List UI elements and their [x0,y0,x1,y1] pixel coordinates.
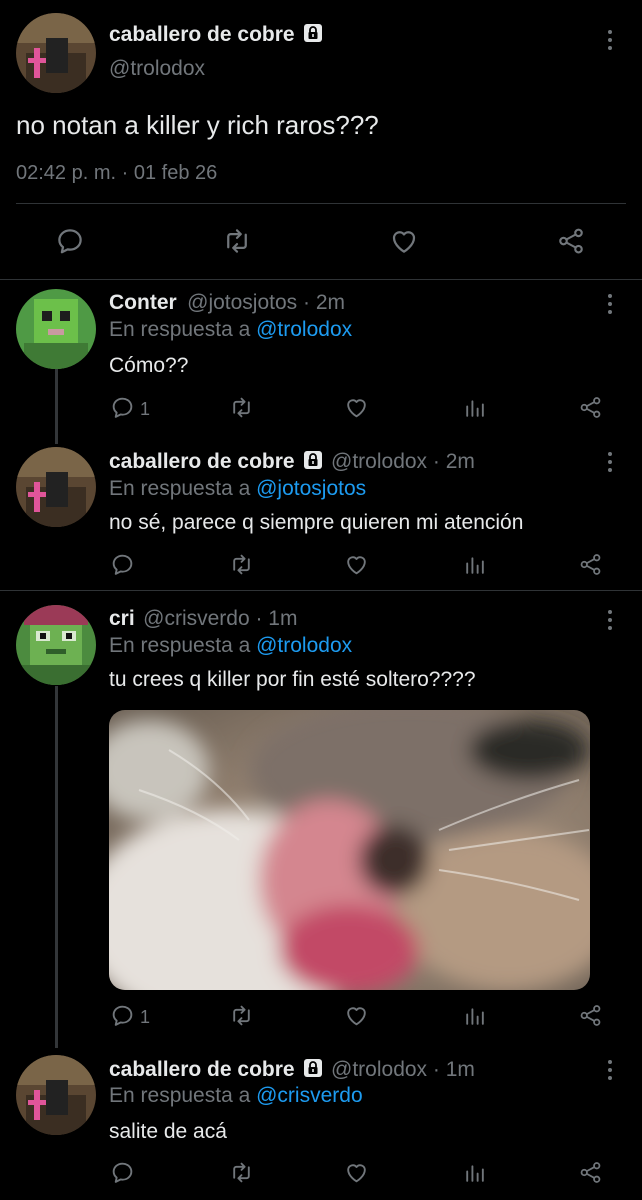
reply-count: 1 [140,399,151,419]
reply-icon[interactable] [110,552,135,577]
author-handle-time[interactable]: @crisverdo · 1m [143,607,297,630]
author-name[interactable]: cri [109,607,135,630]
reply-prefix: En respuesta a [109,1084,251,1107]
tweet-media-image[interactable] [109,710,590,990]
reply-icon[interactable] [110,1160,135,1185]
tweet-text: no sé, parece q siempre quieren mi atenc… [109,511,524,534]
thread-line [55,368,58,444]
views-icon[interactable] [462,1003,487,1028]
tweet-text: no notan a killer y rich raros??? [16,110,379,140]
avatar[interactable] [16,289,96,369]
author-handle-time[interactable]: @trolodox · 2m [331,450,475,473]
retweet-icon[interactable] [229,1160,254,1185]
heart-icon[interactable] [344,395,369,420]
views-icon[interactable] [462,1160,487,1185]
reply-icon[interactable] [55,226,85,256]
reply-to-handle[interactable]: @jotosjotos [256,477,366,500]
more-icon[interactable] [605,452,615,476]
retweet-icon[interactable] [222,226,252,256]
share-icon[interactable] [556,226,586,256]
cat-photo [109,710,590,990]
author-name[interactable]: caballero de cobre [109,1058,295,1081]
more-icon[interactable] [605,610,615,634]
tweet-text: salite de acá [109,1120,227,1143]
heart-icon[interactable] [344,1003,369,1028]
lock-icon [303,450,323,470]
heart-icon[interactable] [389,226,419,256]
avatar[interactable] [16,447,96,527]
heart-icon[interactable] [344,552,369,577]
views-icon[interactable] [462,395,487,420]
author-handle-time[interactable]: @trolodox · 1m [331,1058,475,1081]
share-icon[interactable] [578,395,603,420]
views-icon[interactable] [462,552,487,577]
author-name[interactable]: caballero de cobre [109,23,295,46]
avatar[interactable] [16,1055,96,1135]
reply-prefix: En respuesta a [109,477,251,500]
thread-line [55,686,58,1048]
avatar[interactable] [16,605,96,685]
share-icon[interactable] [578,552,603,577]
retweet-icon[interactable] [229,395,254,420]
heart-icon[interactable] [344,1160,369,1185]
retweet-icon[interactable] [229,1003,254,1028]
tweet-text: tu crees q killer por fin esté soltero??… [109,668,476,691]
divider [16,203,626,204]
reply-prefix: En respuesta a [109,318,251,341]
author-name[interactable]: caballero de cobre [109,450,295,473]
reply-prefix: En respuesta a [109,634,251,657]
more-icon[interactable] [605,30,615,54]
retweet-icon[interactable] [229,552,254,577]
lock-icon [303,1058,323,1078]
divider [0,590,642,591]
author-handle[interactable]: @trolodox [109,57,205,81]
avatar[interactable] [16,13,96,93]
tweet-timestamp: 02:42 p. m. · 01 feb 26 [16,162,218,184]
reply-count: 1 [140,1007,151,1027]
reply-to-handle[interactable]: @trolodox [256,634,352,657]
share-icon[interactable] [578,1160,603,1185]
author-name[interactable]: Conter [109,291,177,314]
more-icon[interactable] [605,1060,615,1084]
divider [0,279,642,280]
more-icon[interactable] [605,294,615,318]
reply-to-handle[interactable]: @crisverdo [256,1084,363,1107]
share-icon[interactable] [578,1003,603,1028]
reply-to-handle[interactable]: @trolodox [256,318,352,341]
reply-icon[interactable] [110,395,135,420]
reply-icon[interactable] [110,1003,135,1028]
tweet-text: Cómo?? [109,354,189,377]
lock-icon [303,23,323,43]
author-handle-time[interactable]: @jotosjotos · 2m [187,291,345,314]
